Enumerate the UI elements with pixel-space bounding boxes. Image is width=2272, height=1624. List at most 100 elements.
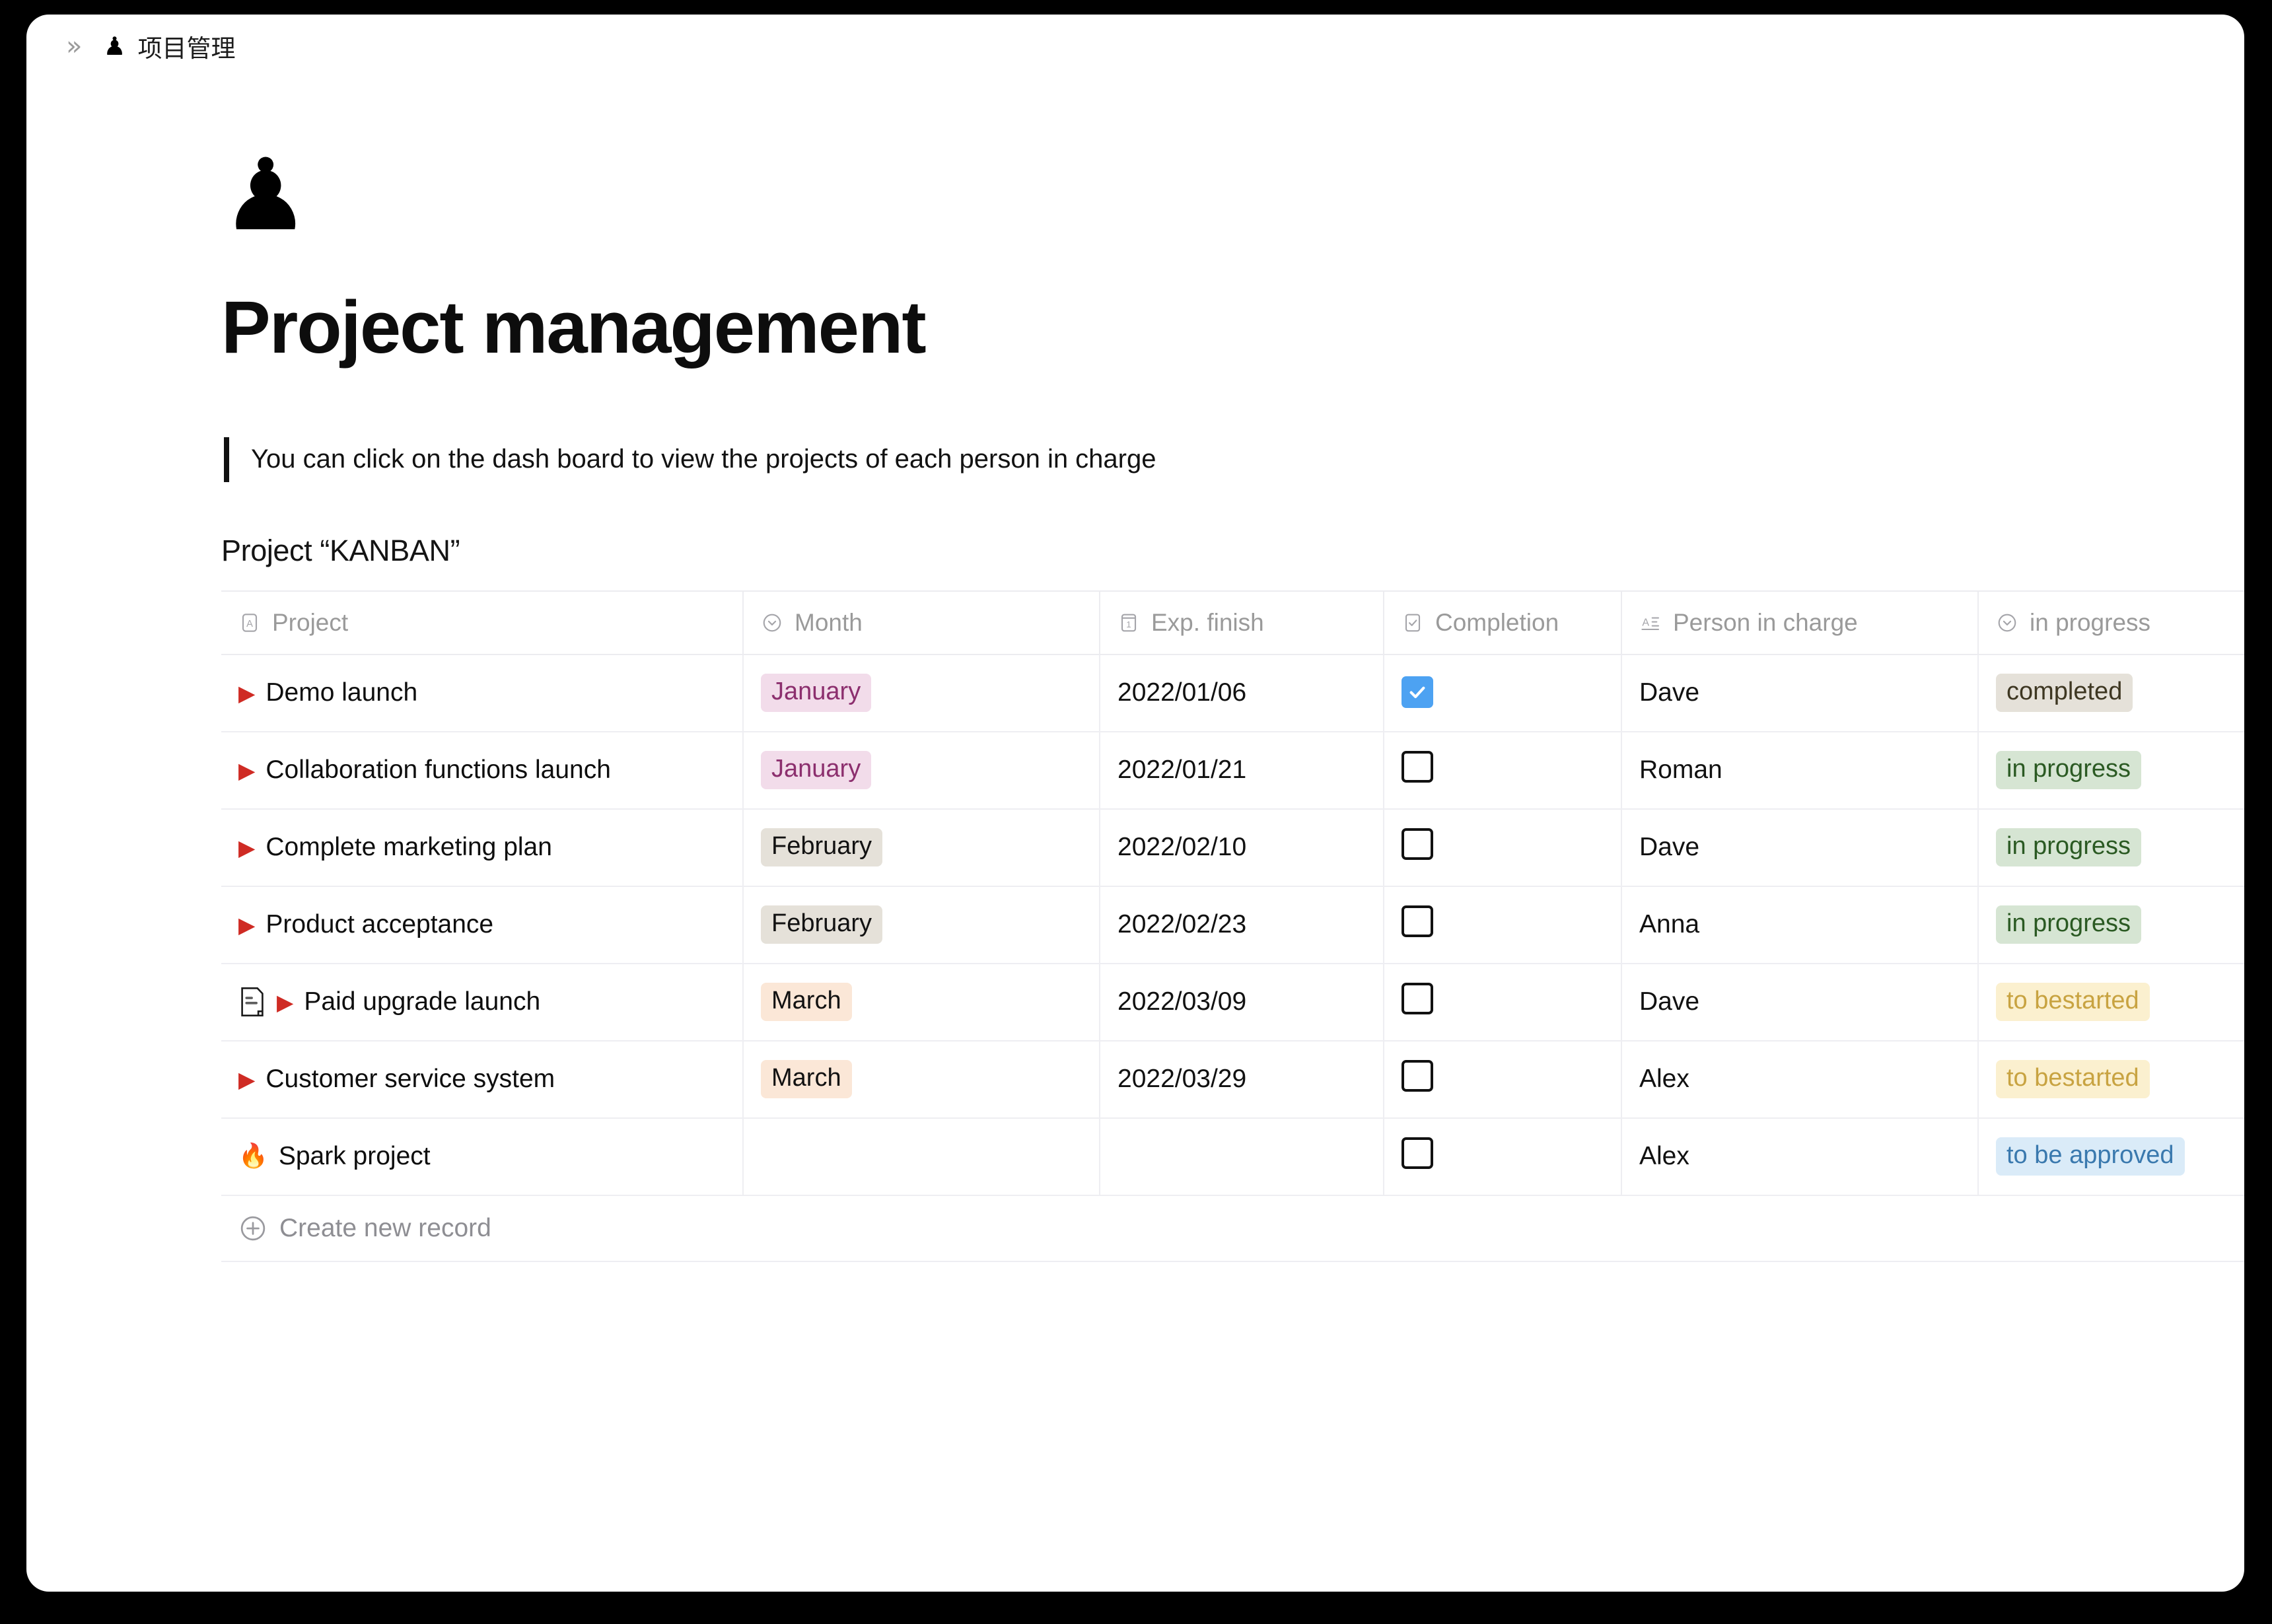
breadcrumb[interactable]: ♟ 项目管理 [103, 28, 235, 64]
cell-project[interactable]: ▶Paid upgrade launch [221, 964, 743, 1041]
column-header-exp-finish[interactable]: 1 Exp. finish [1100, 591, 1384, 654]
cell-in-progress[interactable]: to bestarted [1978, 1041, 2244, 1118]
section-heading: Project “KANBAN” [221, 534, 2244, 568]
expand-sidebar-icon[interactable]: » [66, 33, 79, 59]
date-field-icon: 1 [1118, 612, 1140, 634]
exp-finish-value: 2022/02/10 [1118, 833, 1246, 861]
table-row[interactable]: ▶Complete marketing plan February 2022/02/… [221, 809, 2244, 886]
create-new-record-button[interactable]: Create new record [221, 1196, 2244, 1262]
cell-in-progress[interactable]: in progress [1978, 886, 2244, 964]
table-header-row: A Project [221, 591, 2244, 654]
cell-completion[interactable] [1384, 964, 1621, 1041]
note-page-icon[interactable] [238, 987, 266, 1017]
cell-completion[interactable] [1384, 1041, 1621, 1118]
cell-project[interactable]: ▶Product acceptance [221, 886, 743, 964]
cell-person-in-charge[interactable]: Roman [1621, 732, 1978, 809]
single-select-icon [761, 612, 783, 634]
cell-in-progress[interactable]: to be approved [1978, 1118, 2244, 1195]
cell-person-in-charge[interactable]: Dave [1621, 964, 1978, 1041]
cell-completion[interactable] [1384, 732, 1621, 809]
table-row[interactable]: ▶Product acceptance February 2022/02/23 Ann… [221, 886, 2244, 964]
cell-project[interactable]: ▶Customer service system [221, 1041, 743, 1118]
fire-icon: 🔥 [238, 1145, 268, 1168]
column-header-in-progress[interactable]: in progress [1978, 591, 2244, 654]
cell-completion[interactable] [1384, 654, 1621, 732]
cell-person-in-charge[interactable]: Alex [1621, 1118, 1978, 1195]
completion-checkbox[interactable] [1402, 905, 1433, 937]
month-tag[interactable]: March [761, 983, 852, 1021]
column-header-project[interactable]: A Project [221, 591, 743, 654]
cell-completion[interactable] [1384, 1118, 1621, 1195]
cell-person-in-charge[interactable]: Dave [1621, 654, 1978, 732]
cell-month[interactable]: February [743, 886, 1100, 964]
red-triangle-icon: ▶ [238, 1069, 255, 1090]
cell-in-progress[interactable]: in progress [1978, 732, 2244, 809]
month-tag[interactable]: January [761, 751, 871, 789]
column-header-label: Person in charge [1673, 609, 1858, 637]
month-tag[interactable]: March [761, 1060, 852, 1098]
cell-month[interactable] [743, 1118, 1100, 1195]
app-window: » ♟ 项目管理 ♟ Project management You can cl… [26, 15, 2244, 1592]
single-select-icon [1996, 612, 2018, 634]
table-row[interactable]: 🔥Spark project Alex to be approved [221, 1118, 2244, 1195]
exp-finish-value: 2022/03/29 [1118, 1065, 1246, 1093]
month-tag[interactable]: February [761, 828, 882, 866]
cell-month[interactable]: February [743, 809, 1100, 886]
table-row[interactable]: ▶Customer service system March 2022/03/29 A… [221, 1041, 2244, 1118]
status-tag[interactable]: in progress [1996, 828, 2141, 866]
completion-checkbox[interactable] [1402, 828, 1433, 860]
completion-checkbox[interactable] [1402, 676, 1433, 708]
completion-checkbox[interactable] [1402, 1137, 1433, 1169]
cell-exp-finish[interactable]: 2022/03/09 [1100, 964, 1384, 1041]
column-header-person-in-charge[interactable]: A Person in charge [1621, 591, 1978, 654]
cell-exp-finish[interactable]: 2022/02/10 [1100, 809, 1384, 886]
cell-in-progress[interactable]: to bestarted [1978, 964, 2244, 1041]
completion-checkbox[interactable] [1402, 1060, 1433, 1092]
cell-month[interactable]: March [743, 1041, 1100, 1118]
column-header-completion[interactable]: Completion [1384, 591, 1621, 654]
cell-exp-finish[interactable]: 2022/03/29 [1100, 1041, 1384, 1118]
red-triangle-icon: ▶ [238, 682, 255, 704]
column-header-label: Month [795, 609, 863, 637]
table-row[interactable]: ▶Demo launch January 2022/01/06 Dave complet… [221, 654, 2244, 732]
cell-completion[interactable] [1384, 886, 1621, 964]
cell-person-in-charge[interactable]: Alex [1621, 1041, 1978, 1118]
cell-in-progress[interactable]: in progress [1978, 809, 2244, 886]
month-tag[interactable]: February [761, 905, 882, 944]
desktop-background: » ♟ 项目管理 ♟ Project management You can cl… [0, 0, 2272, 1624]
cell-person-in-charge[interactable]: Anna [1621, 886, 1978, 964]
person-name: Alex [1639, 1065, 1689, 1093]
cell-project[interactable]: ▶Demo launch [221, 654, 743, 732]
cell-month[interactable]: January [743, 732, 1100, 809]
status-tag[interactable]: to bestarted [1996, 983, 2150, 1021]
status-tag[interactable]: in progress [1996, 905, 2141, 944]
month-tag[interactable]: January [761, 674, 871, 712]
table-row[interactable]: ▶Collaboration functions launch January 20… [221, 732, 2244, 809]
cell-in-progress[interactable]: completed [1978, 654, 2244, 732]
cell-exp-finish[interactable]: 2022/01/21 [1100, 732, 1384, 809]
project-name: Product acceptance [266, 910, 493, 939]
cell-project[interactable]: 🔥Spark project [221, 1118, 743, 1195]
cell-exp-finish[interactable]: 2022/02/23 [1100, 886, 1384, 964]
table-row[interactable]: ▶Paid upgrade launch March 2022/03/09 Dave t… [221, 964, 2244, 1041]
cell-project[interactable]: ▶Collaboration functions launch [221, 732, 743, 809]
status-tag[interactable]: in progress [1996, 751, 2141, 789]
cell-person-in-charge[interactable]: Dave [1621, 809, 1978, 886]
column-header-label: in progress [2030, 609, 2150, 637]
cell-completion[interactable] [1384, 809, 1621, 886]
completion-checkbox[interactable] [1402, 983, 1433, 1014]
cell-month[interactable]: January [743, 654, 1100, 732]
status-tag[interactable]: completed [1996, 674, 2133, 712]
cell-month[interactable]: March [743, 964, 1100, 1041]
completion-checkbox[interactable] [1402, 751, 1433, 783]
cell-exp-finish[interactable] [1100, 1118, 1384, 1195]
cell-project[interactable]: ▶Complete marketing plan [221, 809, 743, 886]
column-header-month[interactable]: Month [743, 591, 1100, 654]
person-name: Dave [1639, 678, 1699, 707]
status-tag[interactable]: to be approved [1996, 1137, 2185, 1176]
cell-exp-finish[interactable]: 2022/01/06 [1100, 654, 1384, 732]
status-tag[interactable]: to bestarted [1996, 1060, 2150, 1098]
table-body: ▶Demo launch January 2022/01/06 Dave complet… [221, 654, 2244, 1195]
person-name: Dave [1639, 987, 1699, 1016]
red-triangle-icon: ▶ [238, 759, 255, 781]
